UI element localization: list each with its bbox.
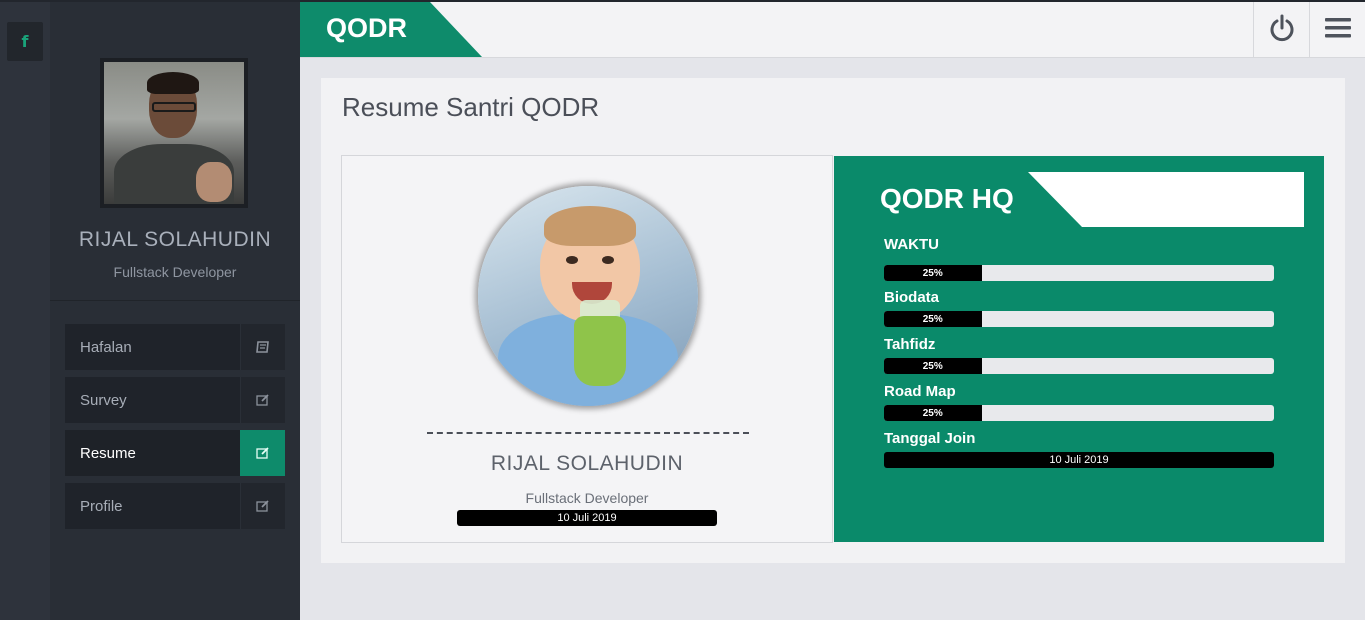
top-bar: QODR [300, 2, 1365, 58]
avatar-photo [104, 62, 244, 204]
progress-fill: 25% [884, 405, 982, 421]
progress-fill: 25% [884, 311, 982, 327]
progress-fill: 25% [884, 358, 982, 374]
icon-rail: f [0, 2, 50, 620]
edit-icon [240, 483, 285, 529]
power-icon [1269, 14, 1295, 46]
stat-label: Tahfidz [884, 336, 936, 353]
stat-label: Biodata [884, 289, 940, 306]
dashed-divider [427, 432, 749, 434]
hq-title-band [1028, 172, 1304, 227]
profile-date-badge: 10 Juli 2019 [457, 510, 717, 526]
menu-toggle-button[interactable] [1309, 2, 1365, 57]
hamburger-menu-icon [1324, 17, 1352, 43]
sidebar-menu: Hafalan Survey Resume Profile [65, 324, 285, 536]
sidebar-item-survey[interactable]: Survey [65, 377, 285, 423]
stat-label: Road Map [884, 383, 956, 400]
progress-bar: 25% [884, 405, 1274, 421]
facebook-glyph: f [21, 32, 29, 51]
edit-icon [240, 430, 285, 476]
sidebar: RIJAL SOLAHUDIN Fullstack Developer Hafa… [50, 2, 300, 620]
sidebar-item-profile[interactable]: Profile [65, 483, 285, 529]
progress-bar: 25% [884, 311, 1274, 327]
sidebar-user-name: RIJAL SOLAHUDIN [78, 228, 272, 251]
sidebar-item-label: Survey [80, 391, 127, 409]
profile-name: RIJAL SOLAHUDIN [490, 452, 684, 475]
progress-fill: 25% [884, 265, 982, 281]
power-button[interactable] [1253, 2, 1309, 57]
profile-photo [478, 186, 698, 406]
progress-bar: 25% [884, 358, 1274, 374]
sidebar-item-label: Resume [80, 444, 136, 462]
sidebar-item-resume[interactable]: Resume [65, 430, 285, 476]
join-date-label: Tanggal Join [884, 430, 976, 447]
sidebar-divider [50, 300, 300, 301]
hq-title: QODR HQ [880, 183, 1014, 214]
sidebar-user-role: Fullstack Developer [113, 264, 237, 280]
progress-bar: 25% [884, 265, 1274, 281]
book-icon [240, 324, 285, 370]
facebook-icon[interactable]: f [7, 22, 43, 61]
sidebar-item-hafalan[interactable]: Hafalan [65, 324, 285, 370]
content-panel: Resume Santri QODR RIJAL SOLAHUDIN Fulls… [321, 78, 1345, 563]
join-date-badge: 10 Juli 2019 [884, 452, 1274, 468]
sidebar-item-label: Hafalan [80, 338, 132, 356]
profile-role: Fullstack Developer [525, 490, 649, 506]
brand-logo[interactable]: QODR [326, 13, 407, 44]
sidebar-item-label: Profile [80, 497, 123, 515]
profile-card: RIJAL SOLAHUDIN Fullstack Developer 10 J… [341, 155, 833, 543]
stat-label: WAKTU [884, 236, 939, 253]
page-title: Resume Santri QODR [342, 92, 600, 122]
edit-icon [240, 377, 285, 423]
avatar [100, 58, 248, 208]
hq-stats-card: QODR HQ WAKTU 25% Biodata 25% Tahfidz 25… [834, 156, 1324, 542]
